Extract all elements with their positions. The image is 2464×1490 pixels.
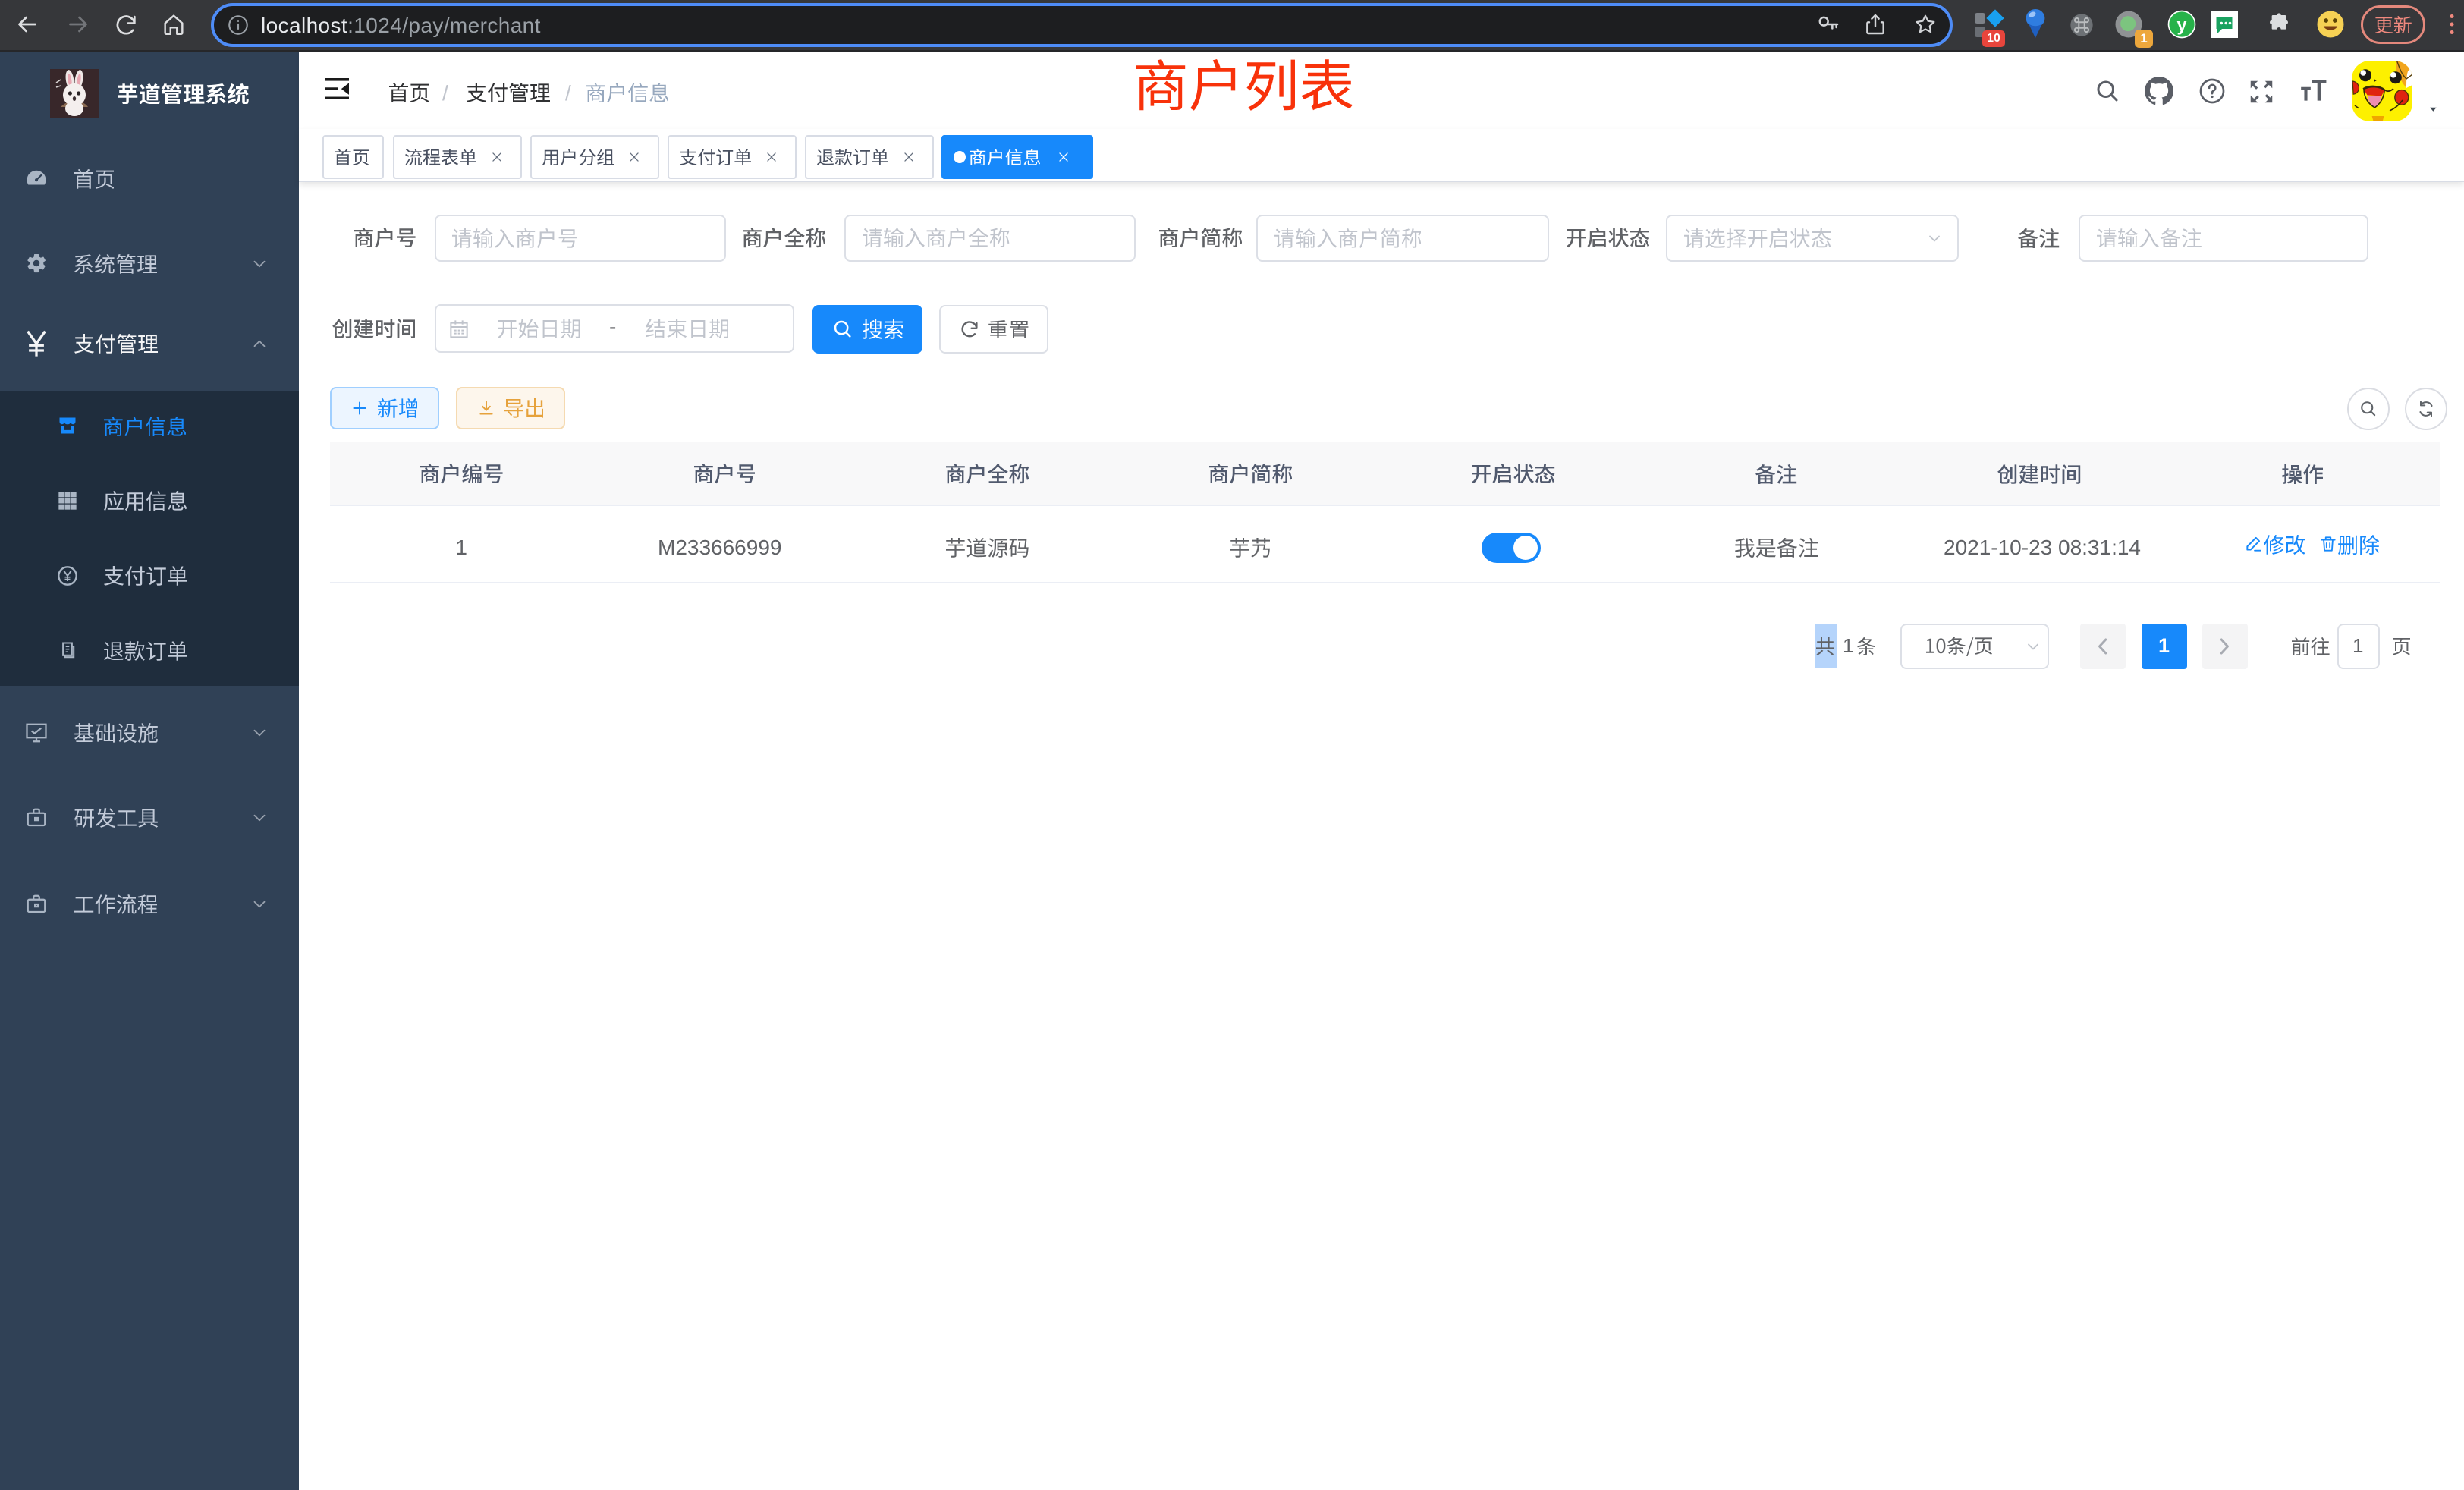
svg-text:y: y [2177, 14, 2187, 34]
